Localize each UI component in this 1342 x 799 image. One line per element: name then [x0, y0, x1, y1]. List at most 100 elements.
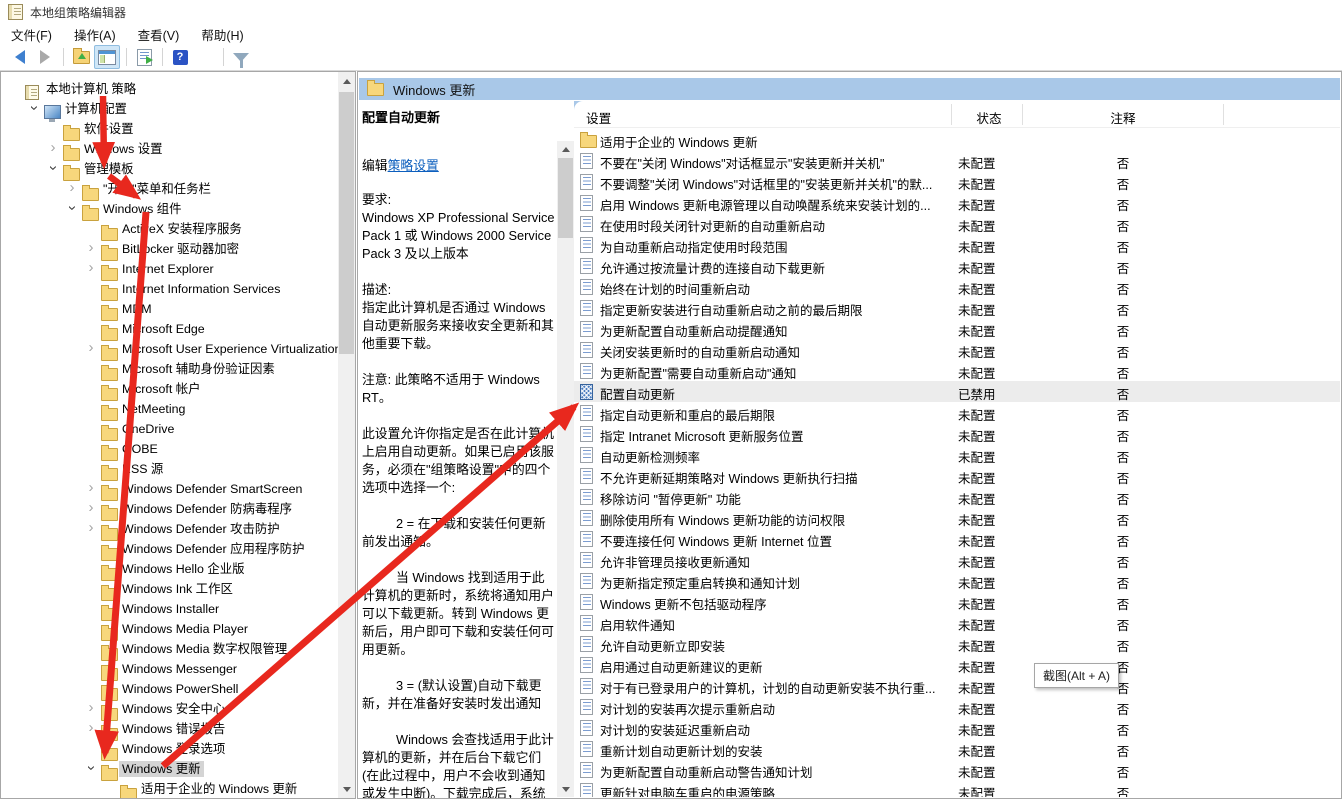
- policy-name[interactable]: 对计划的安装延迟重新启动: [600, 720, 750, 739]
- tree-item-label[interactable]: 适用于企业的 Windows 更新: [138, 781, 300, 797]
- tree-item-label[interactable]: Windows 安全中心: [119, 701, 228, 717]
- scroll-down-button[interactable]: [557, 781, 574, 797]
- tree-item-label[interactable]: Windows Defender 防病毒程序: [119, 501, 295, 517]
- scrollbar-thumb[interactable]: [339, 92, 354, 354]
- tree-item-label[interactable]: NetMeeting: [119, 401, 188, 417]
- filter-button[interactable]: [229, 46, 253, 68]
- policy-row[interactable]: 不要连接任何 Windows 更新 Internet 位置 未配置 否: [574, 528, 1340, 549]
- tree-item[interactable]: › Microsoft User Experience Virtualizatio…: [1, 339, 341, 361]
- policy-row[interactable]: 为更新指定预定重启转换和通知计划 未配置 否: [574, 570, 1340, 591]
- tree-item-label[interactable]: 本地计算机 策略: [43, 81, 139, 97]
- tree-item[interactable]: Windows Installer: [1, 599, 338, 621]
- tree-item[interactable]: RSS 源: [1, 459, 338, 481]
- policy-name[interactable]: 为自动重新启动指定使用时段范围: [600, 237, 788, 256]
- tree-item[interactable]: › Windows Defender 攻击防护: [1, 519, 338, 541]
- tree-item[interactable]: › Windows Defender 防病毒程序: [1, 499, 338, 521]
- back-button[interactable]: [8, 46, 32, 68]
- tree-item[interactable]: › Windows Defender SmartScreen: [1, 479, 338, 501]
- tree-item[interactable]: Internet Information Services: [1, 279, 338, 301]
- tree-item-label[interactable]: MDM: [119, 301, 155, 317]
- policy-name[interactable]: 不要在"关闭 Windows"对话框显示"安装更新并关机": [600, 153, 884, 172]
- policy-row[interactable]: 指定 Intranet Microsoft 更新服务位置 未配置 否: [574, 423, 1340, 444]
- policy-row[interactable]: 配置自动更新 已禁用 否: [574, 381, 1340, 402]
- tree-item-label[interactable]: OneDrive: [119, 421, 177, 437]
- policy-row[interactable]: 适用于企业的 Windows 更新: [574, 129, 1340, 150]
- policy-name[interactable]: 指定自动更新和重启的最后期限: [600, 405, 775, 424]
- tree-item-label[interactable]: BitLocker 驱动器加密: [119, 241, 242, 257]
- policy-name[interactable]: 为更新指定预定重启转换和通知计划: [600, 573, 800, 592]
- policy-row[interactable]: 为更新配置自动重新启动警告通知计划 未配置 否: [574, 759, 1340, 780]
- tree-item[interactable]: MDM: [1, 299, 338, 321]
- policy-row[interactable]: 允许通过按流量计费的连接自动下载更新 未配置 否: [574, 255, 1340, 276]
- expand-icon[interactable]: ›: [85, 480, 97, 495]
- tree-item[interactable]: Microsoft Edge: [1, 319, 338, 341]
- export-list-button[interactable]: [132, 46, 156, 68]
- tree-item[interactable]: Microsoft 辅助身份验证因素: [1, 359, 338, 381]
- tree-item-label[interactable]: Windows 设置: [81, 141, 166, 157]
- tree-item-label[interactable]: RSS 源: [119, 461, 166, 477]
- policy-name[interactable]: 自动更新检测频率: [600, 447, 700, 466]
- expand-icon[interactable]: ›: [85, 340, 97, 355]
- collapse-icon[interactable]: ›: [26, 102, 43, 114]
- policy-row[interactable]: 关闭安装更新时的自动重新启动通知 未配置 否: [574, 339, 1340, 360]
- policy-name[interactable]: 为更新配置"需要自动重新启动"通知: [600, 363, 796, 382]
- policy-row[interactable]: 重新计划自动更新计划的安装 未配置 否: [574, 738, 1340, 759]
- tree-item-label[interactable]: Windows Media Player: [119, 621, 251, 637]
- policy-row[interactable]: 不要在"关闭 Windows"对话框显示"安装更新并关机" 未配置 否: [574, 150, 1340, 171]
- policy-name[interactable]: 不要调整"关闭 Windows"对话框里的"安装更新并关机"的默...: [600, 174, 932, 193]
- policy-row[interactable]: 对于有已登录用户的计算机，计划的自动更新安装不执行重... 未配置否: [574, 675, 1340, 696]
- tree-item-label[interactable]: Windows PowerShell: [119, 681, 241, 697]
- policy-name[interactable]: 允许自动更新立即安装: [600, 636, 725, 655]
- policy-row[interactable]: 为更新配置自动重新启动提醒通知 未配置 否: [574, 318, 1340, 339]
- policy-row[interactable]: 更新针对电脑车重启的电源策略 未配置 否: [574, 780, 1340, 797]
- policy-name[interactable]: 始终在计划的时间重新启动: [600, 279, 750, 298]
- tree-item[interactable]: Windows Media Player: [1, 619, 338, 641]
- tree-item[interactable]: Windows Defender 应用程序防护: [1, 539, 338, 561]
- tree-item-label[interactable]: Windows Hello 企业版: [119, 561, 248, 577]
- scroll-up-button[interactable]: [338, 73, 355, 89]
- policy-row[interactable]: 指定更新安装进行自动重新启动之前的最后期限 未配置 否: [574, 297, 1340, 318]
- policy-row[interactable]: 启用通过自动更新建议的更新 未配置否: [574, 654, 1340, 675]
- collapse-icon[interactable]: ›: [64, 202, 81, 214]
- policy-name[interactable]: 启用软件通知: [600, 615, 675, 634]
- policy-settings-link[interactable]: 策略设置: [388, 158, 439, 173]
- tree-item-label[interactable]: 管理模板: [81, 161, 137, 177]
- tree-item[interactable]: OOBE: [1, 439, 338, 461]
- tree-item[interactable]: Windows Ink 工作区: [1, 579, 338, 601]
- tree-item[interactable]: Windows PowerShell: [1, 679, 338, 701]
- expand-icon[interactable]: ›: [85, 520, 97, 535]
- policy-row[interactable]: 允许非管理员接收更新通知 未配置 否: [574, 549, 1340, 570]
- policy-name[interactable]: 删除使用所有 Windows 更新功能的访问权限: [600, 510, 845, 529]
- policy-row[interactable]: 启用 Windows 更新电源管理以自动唤醒系统来安装计划的... 未配置 否: [574, 192, 1340, 213]
- description-scrollbar[interactable]: [557, 141, 574, 797]
- tree-item[interactable]: 适用于企业的 Windows 更新: [1, 779, 338, 798]
- tree-item-label[interactable]: Windows Installer: [119, 601, 222, 617]
- tree-item[interactable]: › Internet Explorer: [1, 259, 338, 281]
- tree-item-label[interactable]: ActiveX 安装程序服务: [119, 221, 245, 237]
- policy-row[interactable]: 移除访问 "暂停更新" 功能 未配置 否: [574, 486, 1340, 507]
- expand-icon[interactable]: ›: [85, 720, 97, 735]
- tree-item[interactable]: › BitLocker 驱动器加密: [1, 239, 338, 261]
- policy-row[interactable]: 不允许更新延期策略对 Windows 更新执行扫描 未配置 否: [574, 465, 1340, 486]
- collapse-icon[interactable]: ›: [83, 762, 100, 774]
- policy-name[interactable]: 适用于企业的 Windows 更新: [600, 132, 758, 151]
- tree-item-label[interactable]: Windows Defender 攻击防护: [119, 521, 283, 537]
- policy-name[interactable]: 关闭安装更新时的自动重新启动通知: [600, 342, 800, 361]
- policy-name[interactable]: 允许通过按流量计费的连接自动下载更新: [600, 258, 825, 277]
- policy-row[interactable]: 为更新配置"需要自动重新启动"通知 未配置 否: [574, 360, 1340, 381]
- tree-item[interactable]: Windows 登录选项: [1, 739, 338, 761]
- tree-item[interactable]: ActiveX 安装程序服务: [1, 219, 338, 241]
- policy-row[interactable]: Windows 更新不包括驱动程序 未配置 否: [574, 591, 1340, 612]
- forward-button[interactable]: [33, 46, 57, 68]
- policy-name[interactable]: 指定更新安装进行自动重新启动之前的最后期限: [600, 300, 863, 319]
- tree-item[interactable]: › Windows 安全中心: [1, 699, 338, 721]
- tree-item[interactable]: › Windows 设置: [1, 139, 338, 161]
- tree-item[interactable]: Microsoft 帐户: [1, 379, 338, 401]
- policy-name[interactable]: 不要连接任何 Windows 更新 Internet 位置: [600, 531, 832, 550]
- tree-item[interactable]: › "开始"菜单和任务栏: [1, 179, 338, 201]
- policy-name[interactable]: 对于有已登录用户的计算机，计划的自动更新安装不执行重...: [600, 678, 935, 697]
- expand-icon[interactable]: ›: [85, 240, 97, 255]
- tree-item-label[interactable]: OOBE: [119, 441, 161, 457]
- policy-name[interactable]: 配置自动更新: [600, 384, 675, 403]
- tree-item-label[interactable]: "开始"菜单和任务栏: [100, 181, 214, 197]
